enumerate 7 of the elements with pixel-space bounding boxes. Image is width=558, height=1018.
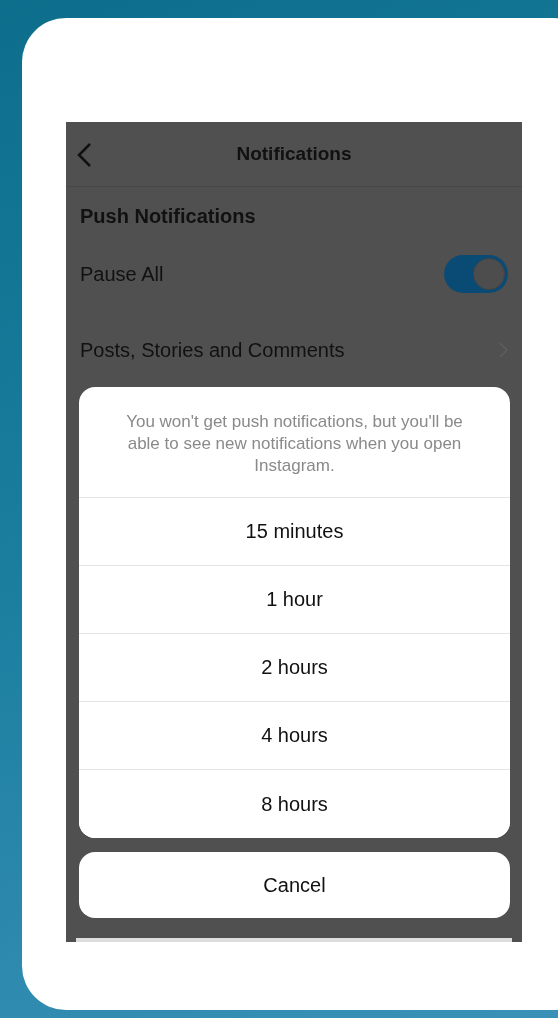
back-icon[interactable]	[76, 142, 92, 168]
cancel-button[interactable]: Cancel	[79, 852, 510, 919]
row-label: Pause All	[80, 262, 164, 286]
toggle-switch[interactable]	[444, 255, 508, 293]
section-title: Push Notifications	[79, 204, 257, 228]
row-label: Posts, Stories and Comments	[80, 338, 345, 362]
screen-title: Notifications	[236, 143, 352, 165]
